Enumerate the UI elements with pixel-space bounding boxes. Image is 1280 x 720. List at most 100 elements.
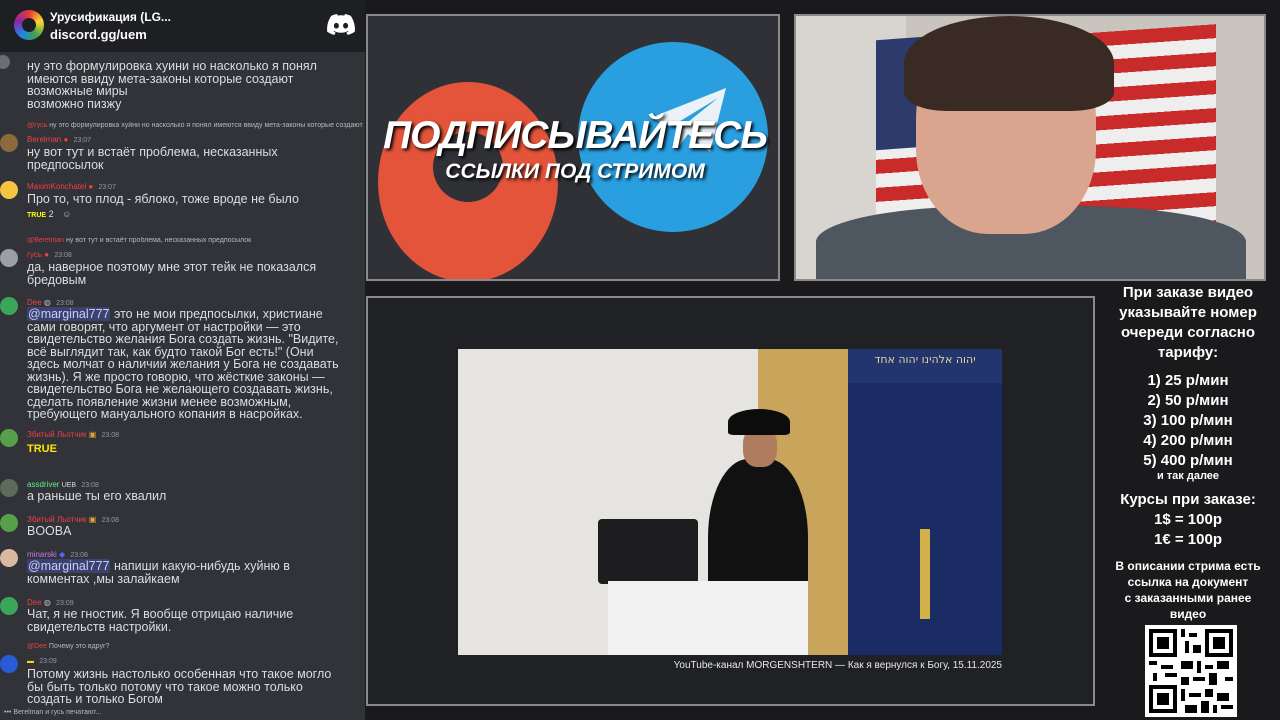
- reply-preview[interactable]: @Dee Почему это вдруг?: [27, 643, 363, 650]
- video-caption: YouTube-канал MORGENSHTERN — Как я верну…: [673, 660, 1002, 671]
- message-text: @marginal777 это не мои предпосылки, хри…: [27, 307, 365, 421]
- message-text: @marginal777 напиши какую-нибудь хуйню в…: [27, 559, 365, 585]
- username-text: Збитый Льотчик: [27, 430, 87, 439]
- timestamp: 23:09: [56, 600, 74, 607]
- avatar[interactable]: [0, 297, 18, 315]
- avatar[interactable]: [0, 181, 18, 199]
- reply-text: Почему это вдруг?: [48, 643, 110, 650]
- user-badge-icon: ◍: [43, 298, 51, 307]
- courses-title: Курсы при заказе:: [1120, 491, 1256, 508]
- tariff-line: 1) 25 р/мин: [1147, 372, 1229, 389]
- typing-text: Berelman и гусь печатают...: [13, 709, 102, 716]
- username[interactable]: assdriver UEB 23:08: [27, 480, 99, 489]
- tariff-line: 4) 200 р/мин: [1143, 432, 1233, 449]
- reply-text: ну вот тут и встаёт проблема, несказанны…: [66, 237, 252, 244]
- username[interactable]: Збитый Льотчик ▣ 23:08: [27, 515, 119, 524]
- desc-line: видео: [1169, 607, 1207, 621]
- desc-line: В описании стрима есть: [1115, 559, 1261, 573]
- username[interactable]: MaximKonchatel ● 23:07: [27, 182, 116, 191]
- reply-user: @Berelman: [27, 237, 65, 244]
- tariff-etc: и так далее: [1156, 470, 1220, 482]
- message-text: Про то, что плод - яблоко, тоже вроде не…: [27, 192, 299, 206]
- timestamp: 23:07: [73, 137, 92, 144]
- message-text: ну это формулировка хуини но насколько я…: [27, 59, 317, 111]
- username-text: minarski: [27, 550, 57, 559]
- discord-chat-panel: Урусификация (LG... discord.gg/uem ну эт…: [0, 0, 365, 720]
- message-text: BOOBA: [27, 524, 72, 538]
- reply-user: @Dee: [27, 643, 47, 650]
- server-invite[interactable]: discord.gg/uem: [50, 27, 147, 42]
- user-badge-icon: ▣: [88, 515, 97, 524]
- course-line: 1$ = 100р: [1154, 511, 1222, 528]
- server-icon[interactable]: [14, 10, 44, 40]
- streamer-badge-icon: ●: [44, 250, 50, 259]
- streamer-badge-icon: ●: [88, 182, 94, 191]
- username-text: Dee: [27, 598, 42, 607]
- add-reaction-icon[interactable]: ☺: [62, 209, 71, 219]
- menorah-icon: [920, 529, 930, 619]
- username[interactable]: Berelman ● 23:07: [27, 135, 91, 144]
- avatar[interactable]: [0, 479, 18, 497]
- promo-banner: ПОДПИСЫВАЙТЕСЬ ССЫЛКИ ПОД СТРИМОМ: [366, 14, 780, 281]
- reply-preview[interactable]: @гусь ну это формулировка хуйни но наско…: [27, 122, 363, 129]
- reply-user: @гусь: [27, 122, 48, 129]
- desc-line: с заказанными ранее: [1124, 591, 1252, 605]
- avatar[interactable]: [0, 597, 18, 615]
- username[interactable]: ▬ 23:09: [27, 656, 57, 665]
- video-player[interactable]: יהוה אלהינו יהוה אחד: [458, 349, 1002, 655]
- user-badge: UEB: [61, 482, 77, 489]
- message-text: а раньше ты его хвалил: [27, 489, 167, 503]
- timestamp: 23:08: [81, 482, 99, 489]
- username-text: Berelman: [27, 135, 62, 144]
- timestamp: 23:08: [56, 300, 74, 307]
- user-badge-icon: ▣: [88, 430, 97, 439]
- username[interactable]: Збитый Льотчик ▣ 23:08: [27, 430, 119, 439]
- streamer-badge-icon: ●: [63, 135, 69, 144]
- username-text: Dee: [27, 298, 42, 307]
- message-text: Чат, я не гностик. Я вообще отрицаю нали…: [27, 607, 294, 634]
- podium: [608, 581, 808, 655]
- reaction[interactable]: TRUE 2 ☺: [27, 209, 71, 219]
- server-name: Урусификация (LG...: [50, 10, 171, 24]
- avatar[interactable]: [0, 429, 18, 447]
- true-emoji-icon: TRUE: [27, 212, 47, 219]
- avatar[interactable]: [0, 55, 10, 69]
- promo-subtitle: ССЫЛКИ ПОД СТРИМОМ: [445, 160, 705, 183]
- avatar[interactable]: [0, 134, 18, 152]
- torah-ark-header: יהוה אלהינו יהוה אחד: [848, 349, 1002, 383]
- username[interactable]: minarski ◆ 23:08: [27, 550, 88, 559]
- avatar[interactable]: [0, 514, 18, 532]
- user-badge-icon: ◍: [43, 598, 51, 607]
- avatar[interactable]: [0, 249, 18, 267]
- tariff-line: 5) 400 р/мин: [1143, 452, 1233, 469]
- avatar[interactable]: [0, 549, 18, 567]
- username-text: гусь: [27, 250, 42, 259]
- avatar[interactable]: [0, 655, 18, 673]
- order-info-panel: При заказе видео указывайте номер очеред…: [1096, 280, 1280, 720]
- timestamp: 23:09: [39, 658, 57, 665]
- order-line: указывайте номер: [1119, 304, 1257, 321]
- username[interactable]: гусь ● 23:08: [27, 250, 72, 259]
- qr-code-icon[interactable]: [1145, 625, 1237, 717]
- webcam-feed: [794, 14, 1266, 281]
- true-emoji-icon: TRUE: [27, 443, 57, 455]
- message-text: ну вот тут и встаёт проблема, несказанны…: [27, 145, 278, 172]
- reply-preview[interactable]: @Berelman ну вот тут и встаёт проблема, …: [27, 237, 363, 244]
- speaker-hat: [728, 409, 790, 435]
- username[interactable]: Dee ◍ 23:08: [27, 298, 74, 307]
- server-header[interactable]: Урусификация (LG... discord.gg/uem: [0, 0, 365, 52]
- message-text: да, наверное поэтому мне этот тейк не по…: [27, 260, 317, 287]
- promo-title: ПОДПИСЫВАЙТЕСЬ: [383, 114, 768, 157]
- timestamp: 23:08: [101, 432, 120, 439]
- order-line: тарифу:: [1157, 344, 1219, 361]
- discord-logo-icon: [327, 14, 355, 35]
- username-text: MaximKonchatel: [27, 182, 87, 191]
- order-line: При заказе видео: [1122, 284, 1254, 301]
- user-badge-icon: ◆: [59, 550, 66, 559]
- reply-text: ну это формулировка хуйни но насколько я…: [49, 122, 363, 129]
- flag-badge-icon: ▬: [27, 658, 34, 665]
- reaction-count: 2: [48, 209, 54, 219]
- username[interactable]: Dee ◍ 23:09: [27, 598, 74, 607]
- timestamp: 23:07: [98, 184, 116, 191]
- hebrew-inscription: יהוה אלהינו יהוה אחד: [874, 353, 976, 366]
